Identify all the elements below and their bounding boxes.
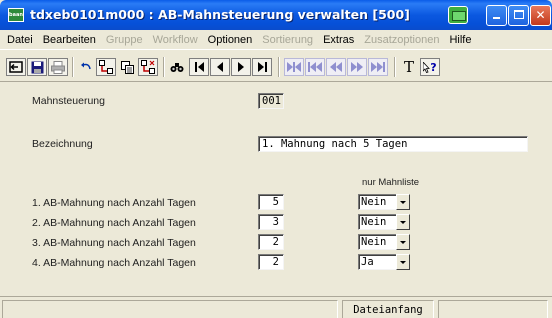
undo-icon bbox=[81, 62, 91, 70]
status-extra-panel bbox=[438, 300, 548, 318]
app-icon[interactable]: baan bbox=[8, 8, 24, 22]
first-record-button[interactable] bbox=[189, 58, 209, 76]
last-set-button[interactable] bbox=[368, 58, 388, 76]
status-bar: Dateianfang bbox=[0, 296, 552, 318]
menu-extras[interactable]: Extras bbox=[318, 34, 359, 46]
text-icon: T bbox=[403, 58, 414, 76]
mahnung-3-nur-mahnliste-value: Nein bbox=[358, 234, 396, 250]
first-record-icon bbox=[194, 62, 204, 72]
context-help-button[interactable]: ? bbox=[420, 58, 440, 76]
close-button[interactable]: ✕ bbox=[530, 5, 551, 26]
title-bar[interactable]: baan tdxeb0101m000 : AB-Mahnsteuerung ve… bbox=[0, 0, 552, 30]
mahnung-1-days-field[interactable]: 5 bbox=[258, 194, 284, 210]
mahnung-4-label: 4. AB-Mahnung nach Anzahl Tagen bbox=[32, 257, 196, 269]
next-group-button[interactable] bbox=[347, 58, 367, 76]
menu-optionen[interactable]: Optionen bbox=[203, 34, 258, 46]
print-button[interactable] bbox=[48, 58, 68, 76]
mahnung-4-nur-mahnliste-select[interactable]: Ja bbox=[358, 254, 410, 270]
first-set-button[interactable] bbox=[284, 58, 304, 76]
text-button[interactable]: T bbox=[400, 58, 418, 76]
mahnung-1-nur-mahnliste-select[interactable]: Nein bbox=[358, 194, 410, 210]
next-record-icon bbox=[238, 62, 244, 72]
exit-button[interactable] bbox=[6, 58, 26, 76]
context-help-icon: ? bbox=[423, 61, 437, 74]
last-set-icon bbox=[371, 62, 385, 72]
record-position-status: Dateianfang bbox=[342, 300, 434, 318]
mahnsteuerung-label: Mahnsteuerung bbox=[32, 95, 105, 107]
mahnung-2-days-field[interactable]: 3 bbox=[258, 214, 284, 230]
close-icon: ✕ bbox=[535, 8, 546, 22]
previous-group-icon bbox=[330, 62, 342, 72]
delete-record-button[interactable] bbox=[138, 58, 158, 76]
minimize-button[interactable] bbox=[486, 5, 507, 26]
insert-record-button[interactable] bbox=[96, 58, 116, 76]
mahnung-2-nur-mahnliste-value: Nein bbox=[358, 214, 396, 230]
last-record-icon bbox=[257, 62, 267, 72]
exit-icon bbox=[9, 61, 23, 73]
mahnung-3-days-field[interactable]: 2 bbox=[258, 234, 284, 250]
next-group-icon bbox=[351, 62, 363, 72]
mahnung-1-nur-mahnliste-value: Nein bbox=[358, 194, 396, 210]
window-title: tdxeb0101m000 : AB-Mahnsteuerung verwalt… bbox=[30, 7, 410, 22]
menu-hilfe[interactable]: Hilfe bbox=[444, 34, 476, 46]
dropdown-arrow-icon[interactable] bbox=[396, 254, 410, 270]
toolbar: T ? bbox=[0, 52, 552, 82]
find-button[interactable] bbox=[168, 58, 186, 76]
mahnung-2-nur-mahnliste-select[interactable]: Nein bbox=[358, 214, 410, 230]
form-area: Mahnsteuerung 001 Bezeichnung 1. Mahnung… bbox=[0, 83, 552, 295]
session-status-icon[interactable] bbox=[448, 6, 468, 24]
previous-group-button[interactable] bbox=[326, 58, 346, 76]
maximize-icon bbox=[513, 10, 524, 19]
mahnung-4-days-field[interactable]: 2 bbox=[258, 254, 284, 270]
mahnung-3-nur-mahnliste-select[interactable]: Nein bbox=[358, 234, 410, 250]
previous-set-button[interactable] bbox=[305, 58, 325, 76]
dropdown-arrow-icon[interactable] bbox=[396, 234, 410, 250]
nur-mahnliste-header: nur Mahnliste bbox=[362, 177, 420, 188]
dropdown-arrow-icon[interactable] bbox=[396, 194, 410, 210]
menu-bearbeiten[interactable]: Bearbeiten bbox=[38, 34, 101, 46]
first-set-icon bbox=[287, 62, 301, 72]
undo-button[interactable] bbox=[77, 58, 95, 76]
print-icon bbox=[51, 60, 65, 74]
bezeichnung-field[interactable]: 1. Mahnung nach 5 Tagen bbox=[258, 136, 528, 152]
mahnsteuerung-field[interactable]: 001 bbox=[258, 93, 284, 109]
bezeichnung-label: Bezeichnung bbox=[32, 138, 93, 150]
previous-record-button[interactable] bbox=[210, 58, 230, 76]
insert-record-icon bbox=[99, 60, 113, 74]
status-message-panel bbox=[2, 300, 338, 318]
copy-record-icon bbox=[120, 60, 134, 74]
mahnung-4-nur-mahnliste-value: Ja bbox=[358, 254, 396, 270]
save-button[interactable] bbox=[27, 58, 47, 76]
previous-record-icon bbox=[217, 62, 223, 72]
previous-set-icon bbox=[308, 62, 322, 72]
menu-gruppe[interactable]: Gruppe bbox=[101, 34, 148, 46]
mahnung-1-label: 1. AB-Mahnung nach Anzahl Tagen bbox=[32, 197, 196, 209]
save-icon bbox=[31, 61, 43, 73]
copy-record-button[interactable] bbox=[118, 58, 136, 76]
mahnung-2-label: 2. AB-Mahnung nach Anzahl Tagen bbox=[32, 217, 196, 229]
next-record-button[interactable] bbox=[231, 58, 251, 76]
dropdown-arrow-icon[interactable] bbox=[396, 214, 410, 230]
last-record-button[interactable] bbox=[252, 58, 272, 76]
menu-workflow[interactable]: Workflow bbox=[148, 34, 203, 46]
menu-sortierung[interactable]: Sortierung bbox=[257, 34, 318, 46]
menu-zusatzoptionen[interactable]: Zusatzoptionen bbox=[359, 34, 444, 46]
menu-bar: Datei Bearbeiten Gruppe Workflow Optionen Sor… bbox=[0, 30, 552, 50]
delete-record-icon bbox=[141, 60, 155, 74]
menu-datei[interactable]: Datei bbox=[2, 34, 38, 46]
mahnung-3-label: 3. AB-Mahnung nach Anzahl Tagen bbox=[32, 237, 196, 249]
maximize-button[interactable] bbox=[508, 5, 529, 26]
find-icon bbox=[170, 62, 184, 72]
minimize-icon bbox=[493, 17, 500, 19]
